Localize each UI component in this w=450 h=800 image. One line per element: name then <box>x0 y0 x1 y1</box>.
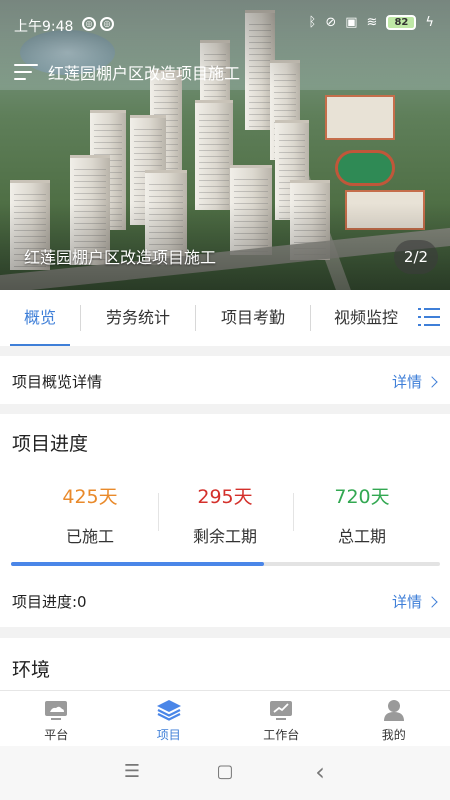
nav-label: 工作台 <box>263 728 300 742</box>
project-title: 红莲园棚户区改造项目施工 <box>48 64 241 83</box>
banner-pager: 2/2 <box>394 240 438 274</box>
progress-bar <box>11 562 440 566</box>
overview-title: 项目概览详情 <box>12 373 103 391</box>
project-switcher[interactable]: 红莲园棚户区改造项目施工 <box>14 60 240 84</box>
recent-apps-icon[interactable]: ☰ <box>120 760 144 784</box>
tab-video-monitor[interactable]: 视频监控 <box>311 290 421 346</box>
progress-bar-fill <box>11 562 265 566</box>
status-bar: 上午9:48 ◎ ◎ ᛒ ⊘ ▣ ≋ 82 ϟ <box>0 0 450 50</box>
bottom-nav: 平台 项目 工作台 我的 <box>0 690 450 746</box>
overview-row[interactable]: 项目概览详情 详情 <box>0 356 450 404</box>
detail-label: 详情 <box>391 593 422 611</box>
workbench-icon <box>270 701 293 720</box>
nav-label: 项目 <box>156 728 181 742</box>
stat-elapsed: 425天 已施工 <box>20 482 160 547</box>
back-icon[interactable]: ‹ <box>308 760 332 784</box>
stat-label: 剩余工期 <box>192 527 257 546</box>
nav-label: 平台 <box>44 728 69 742</box>
environment-section <box>0 638 450 690</box>
stat-value: 720天 <box>334 486 390 508</box>
layers-icon <box>156 700 181 721</box>
system-nav-bar: ☰ ▢ ‹ <box>0 746 450 800</box>
tab-overview[interactable]: 概览 <box>0 290 80 346</box>
stat-value: 425天 <box>62 486 118 508</box>
charging-icon: ϟ <box>425 15 434 30</box>
tab-labor-stats[interactable]: 劳务统计 <box>81 290 195 346</box>
person-icon <box>383 700 404 721</box>
sim-icon: ▣ <box>345 15 358 30</box>
nav-project[interactable]: 项目 <box>113 691 226 746</box>
home-icon[interactable]: ▢ <box>213 760 237 784</box>
progress-footer-label: 项目进度:0 <box>12 593 87 611</box>
stat-label: 总工期 <box>337 527 386 546</box>
tab-bar: 概览 劳务统计 项目考勤 视频监控 <box>0 290 450 346</box>
notification-icon: ◎ <box>100 17 114 31</box>
notification-icon: ◎ <box>82 17 96 31</box>
nav-platform[interactable]: 平台 <box>0 691 113 746</box>
progress-detail-link[interactable]: 详情 <box>391 591 438 612</box>
chevron-right-icon <box>426 596 438 608</box>
filter-icon[interactable] <box>14 63 40 81</box>
progress-title: 项目进度 <box>12 433 89 455</box>
environment-title: 环境 <box>12 659 51 681</box>
banner-caption: 红莲园棚户区改造项目施工 <box>24 248 217 267</box>
nav-workbench[interactable]: 工作台 <box>225 691 338 746</box>
nav-mine[interactable]: 我的 <box>338 691 450 746</box>
chevron-right-icon <box>426 376 438 388</box>
nav-label: 我的 <box>381 728 406 742</box>
wifi-icon: ≋ <box>366 15 378 30</box>
overview-detail-link[interactable]: 详情 <box>391 371 438 392</box>
platform-icon <box>45 701 68 720</box>
detail-label: 详情 <box>391 373 422 391</box>
project-banner[interactable]: 上午9:48 ◎ ◎ ᛒ ⊘ ▣ ≋ 82 ϟ 红莲园棚户区改造项目施工 红莲园… <box>0 0 450 290</box>
stat-total: 720天 总工期 <box>292 482 432 547</box>
list-menu-icon[interactable] <box>418 308 440 326</box>
stat-label: 已施工 <box>65 527 114 546</box>
status-time: 上午9:48 <box>14 19 74 35</box>
tab-attendance[interactable]: 项目考勤 <box>196 290 310 346</box>
stat-value: 295天 <box>197 486 253 508</box>
battery-icon: 82 <box>386 15 417 30</box>
stat-remaining: 295天 剩余工期 <box>155 482 295 547</box>
bluetooth-icon: ᛒ <box>308 15 317 30</box>
signal-off-icon: ⊘ <box>325 15 337 30</box>
